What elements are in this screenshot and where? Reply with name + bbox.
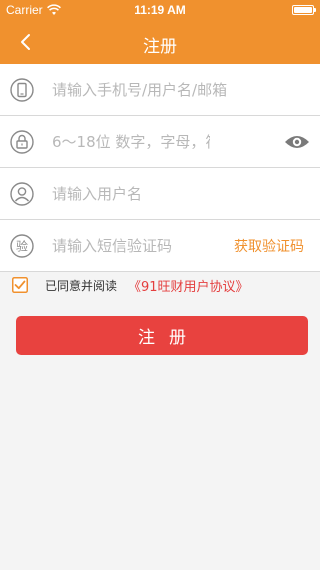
register-form: 验 获取验证码 (0, 64, 320, 272)
lock-icon (10, 130, 34, 154)
agreement-checkbox[interactable] (12, 277, 28, 293)
sms-code-row: 验 获取验证码 (0, 220, 320, 272)
agreement-row: 已同意并阅读 《91旺财用户协议》 (0, 272, 320, 298)
page-title: 注册 (143, 37, 177, 57)
password-input[interactable] (52, 116, 210, 167)
checkmark-icon (12, 277, 28, 293)
get-code-button[interactable]: 获取验证码 (234, 236, 304, 256)
agreement-text: 已同意并阅读 (45, 279, 118, 293)
account-input[interactable] (52, 64, 310, 115)
agreement-link[interactable]: 《91旺财用户协议》 (128, 276, 249, 295)
svg-text:验: 验 (16, 239, 28, 254)
username-row (0, 168, 320, 220)
verify-code-icon: 验 (10, 234, 34, 258)
user-icon (10, 182, 34, 206)
password-row (0, 116, 320, 168)
navigation-bar: 注册 (0, 20, 320, 64)
account-row (0, 64, 320, 116)
phone-icon (10, 78, 34, 102)
sms-code-input[interactable] (52, 220, 210, 271)
username-input[interactable] (52, 168, 310, 219)
eye-icon[interactable] (284, 133, 310, 151)
register-button[interactable]: 注册 (16, 316, 308, 355)
status-bar: Carrier 11:19 AM (0, 0, 320, 20)
clock: 11:19 AM (134, 3, 186, 17)
battery-icon (292, 5, 316, 15)
